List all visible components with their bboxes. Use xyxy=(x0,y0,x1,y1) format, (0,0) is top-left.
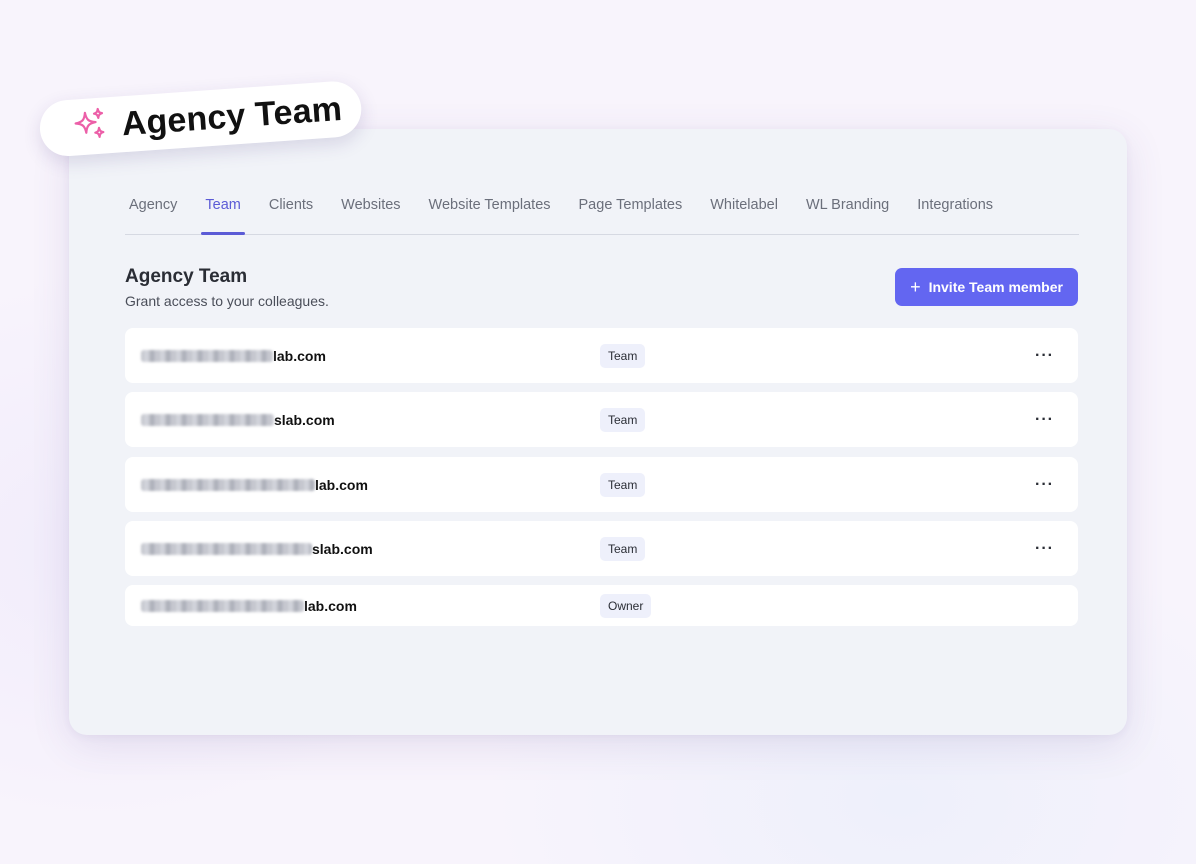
more-options-icon[interactable]: ··· xyxy=(1035,540,1054,558)
tab-wl-branding[interactable]: WL Branding xyxy=(802,181,893,234)
tab-team[interactable]: Team xyxy=(201,181,246,235)
member-row: lab.com Team ··· xyxy=(125,457,1078,512)
tab-clients[interactable]: Clients xyxy=(265,181,317,234)
role-badge: Team xyxy=(600,343,646,368)
email-domain: slab.com xyxy=(312,540,373,557)
tab-agency[interactable]: Agency xyxy=(125,181,181,234)
tab-website-templates[interactable]: Website Templates xyxy=(425,181,555,234)
more-options-icon[interactable]: ··· xyxy=(1035,347,1054,365)
tab-bar: Agency Team Clients Websites Website Tem… xyxy=(125,181,1079,235)
role-badge: Team xyxy=(600,472,646,497)
section-title: Agency Team xyxy=(125,266,248,287)
member-row: slab.com Team ··· xyxy=(125,392,1078,447)
member-email: slab.com xyxy=(141,541,373,557)
member-email: slab.com xyxy=(141,412,335,428)
redacted-email xyxy=(141,542,312,555)
member-row: slab.com Team ··· xyxy=(125,521,1078,576)
member-email: lab.com xyxy=(141,348,326,364)
redacted-email xyxy=(141,478,315,491)
redacted-email xyxy=(141,413,274,426)
invite-team-member-button[interactable]: + Invite Team member xyxy=(895,268,1078,306)
plus-icon: + xyxy=(910,277,921,297)
invite-button-label: Invite Team member xyxy=(928,279,1063,295)
badge-title: Agency Team xyxy=(120,89,344,143)
member-email: lab.com xyxy=(141,598,357,614)
email-domain: slab.com xyxy=(274,411,335,428)
email-domain: lab.com xyxy=(304,597,357,614)
section-subtitle: Grant access to your colleagues. xyxy=(125,293,329,309)
member-row: lab.com Team ··· xyxy=(125,328,1078,383)
tab-whitelabel[interactable]: Whitelabel xyxy=(706,181,782,234)
email-domain: lab.com xyxy=(315,476,368,493)
tab-websites[interactable]: Websites xyxy=(337,181,404,234)
email-domain: lab.com xyxy=(273,347,326,364)
member-email: lab.com xyxy=(141,477,368,493)
more-options-icon[interactable]: ··· xyxy=(1035,411,1054,429)
role-badge: Team xyxy=(600,407,646,432)
role-badge: Owner xyxy=(600,593,652,618)
redacted-email xyxy=(141,349,273,362)
sparkles-icon xyxy=(70,105,109,148)
member-row: lab.com Owner xyxy=(125,585,1078,626)
role-badge: Team xyxy=(600,536,646,561)
settings-panel: Agency Team Clients Websites Website Tem… xyxy=(69,129,1127,735)
tab-integrations[interactable]: Integrations xyxy=(913,181,997,234)
more-options-icon[interactable]: ··· xyxy=(1035,476,1054,494)
redacted-email xyxy=(141,599,304,612)
tab-page-templates[interactable]: Page Templates xyxy=(575,181,687,234)
